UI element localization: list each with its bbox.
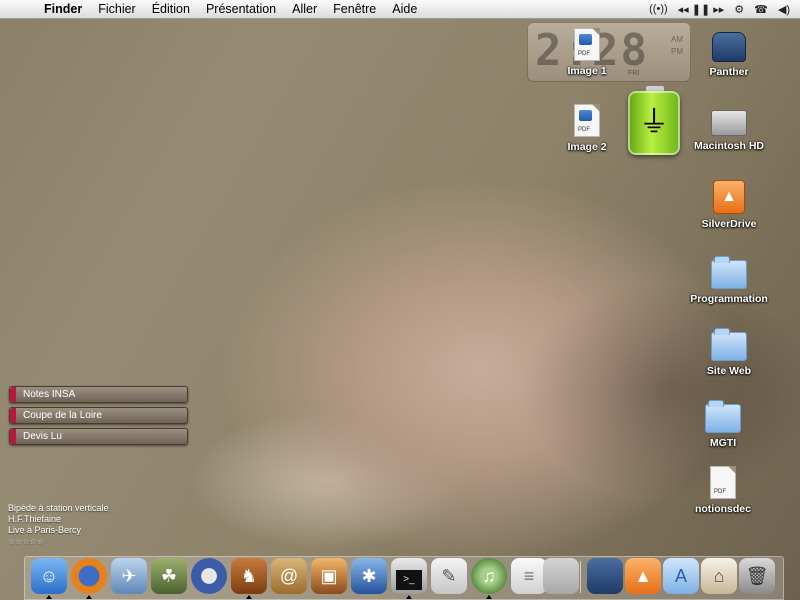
desktop-icon-label: Panther <box>709 66 749 78</box>
menu-finder[interactable]: Finder <box>40 0 90 18</box>
note-label: Coupe de la Loire <box>23 410 102 421</box>
silverdrive-dock-icon[interactable]: ▲ <box>625 558 661 594</box>
folder-icon <box>705 400 741 433</box>
itunes-icon[interactable]: ♫ <box>471 558 507 594</box>
note-notes-insa[interactable]: Notes INSA <box>9 386 188 403</box>
panther-disk-icon <box>712 32 746 62</box>
yoda-icon[interactable]: ☘ <box>151 558 187 594</box>
finder-icon[interactable]: ☺ <box>31 558 67 594</box>
desktop-icon-mgti[interactable]: MGTI <box>675 400 771 451</box>
terminal-icon[interactable]: >_ <box>391 558 427 594</box>
menu-fichier[interactable]: Fichier <box>90 0 144 18</box>
desktop-icon-panther[interactable]: Panther <box>681 30 777 80</box>
menu-aller[interactable]: Aller <box>284 0 325 18</box>
dock: ☺ ✈ ☘ ♞ @ ▣ ✱ >_ ✎ ♫ ≡ ▲ A ⌂ 🗑 <box>24 556 784 600</box>
gear-icon[interactable]: ⚙ <box>734 3 744 16</box>
desktop-icon-image-2[interactable]: PDF Image 2 <box>539 104 635 155</box>
desktop-icon-image-1[interactable]: PDF Image 1 <box>539 28 635 79</box>
now-playing-artist: H.F.Thiefaine <box>8 514 62 524</box>
note-pin-icon <box>10 429 16 444</box>
textedit-doc-icon[interactable]: ≡ <box>511 558 547 594</box>
now-playing-rating[interactable]: ☆☆☆☆☆ <box>8 536 109 547</box>
running-indicator <box>46 595 52 599</box>
media-controls-icon[interactable]: ◂◂ ❚❚ ▸▸ <box>678 3 725 16</box>
folder-icon <box>711 256 747 289</box>
pdf-file-icon: PDF <box>574 104 600 137</box>
note-label: Notes INSA <box>23 389 76 400</box>
desktop-icon-label: Image 2 <box>567 141 607 153</box>
volume-icon[interactable]: ◀) <box>778 3 790 16</box>
imovie-icon[interactable]: ✱ <box>351 558 387 594</box>
desktop-icon-label: Programmation <box>690 293 768 305</box>
desktop-icon-notionsdec[interactable]: PDF notionsdec <box>675 466 771 517</box>
panther-dock-icon[interactable] <box>587 558 623 594</box>
desktop-icon-label: Macintosh HD <box>693 140 764 152</box>
firewire-drive-icon: ▲ <box>713 180 745 214</box>
desktop-icon-programmation[interactable]: Programmation <box>681 256 777 307</box>
dock-separator <box>580 561 581 593</box>
home-folder-icon[interactable]: ⌂ <box>701 558 737 594</box>
menu-presentation[interactable]: Présentation <box>198 0 284 18</box>
note-label: Devis Lu <box>23 431 62 442</box>
desktop-icon-silverdrive[interactable]: ▲ SilverDrive <box>681 180 777 232</box>
menu-fenetre[interactable]: Fenêtre <box>325 0 384 18</box>
desktop-icon-macintosh-hd[interactable]: Macintosh HD <box>681 104 777 154</box>
pdf-file-icon: PDF <box>710 466 736 499</box>
textedit-icon[interactable]: ✎ <box>431 558 467 594</box>
iphoto-icon[interactable]: ▣ <box>311 558 347 594</box>
now-playing-track: Bipède à station verticale <box>8 503 109 513</box>
desktop-icon-label: MGTI <box>709 437 737 449</box>
desktop-icon-label: notionsdec <box>694 503 751 515</box>
apple-menu-icon[interactable] <box>14 2 30 17</box>
pdf-file-icon: PDF <box>574 28 600 61</box>
battery-widget[interactable]: ⏚ <box>626 86 684 158</box>
menu-bar: Finder Fichier Édition Présentation Alle… <box>0 0 800 19</box>
firefox-icon[interactable] <box>71 558 107 594</box>
note-pin-icon <box>10 408 16 423</box>
hard-disk-icon <box>711 110 747 136</box>
menu-aide[interactable]: Aide <box>384 0 425 18</box>
menu-extras: ((•)) ◂◂ ❚❚ ▸▸ ⚙ ☎ ◀) <box>649 3 800 16</box>
note-coupe-de-la-loire[interactable]: Coupe de la Loire <box>9 407 188 424</box>
running-indicator <box>406 595 412 599</box>
applications-folder-icon[interactable]: A <box>663 558 699 594</box>
desktop-icon-label: SilverDrive <box>701 218 757 230</box>
address-book-icon[interactable]: @ <box>271 558 307 594</box>
running-indicator <box>86 595 92 599</box>
running-indicator <box>486 595 492 599</box>
airport-icon[interactable]: ((•)) <box>649 3 668 15</box>
note-devis-lu[interactable]: Devis Lu <box>9 428 188 445</box>
desktop-icon-site-web[interactable]: Site Web <box>681 328 777 379</box>
desktop-icon-label: Site Web <box>706 365 752 377</box>
note-pin-icon <box>10 387 16 402</box>
adium-icon[interactable]: ♞ <box>231 558 267 594</box>
power-plug-icon: ⏚ <box>628 91 680 155</box>
menu-edition[interactable]: Édition <box>144 0 198 18</box>
desktop-icon-label: Image 1 <box>567 65 607 77</box>
folder-icon <box>711 328 747 361</box>
trash-icon[interactable]: 🗑 <box>739 558 775 594</box>
now-playing-widget: Bipède à station verticale H.F.Thiefaine… <box>8 503 109 547</box>
running-indicator <box>246 595 252 599</box>
mail-icon[interactable]: ✈ <box>111 558 147 594</box>
system-preferences-icon[interactable] <box>191 558 227 594</box>
now-playing-album: Live à Paris-Bercy <box>8 525 82 535</box>
apple-dock-icon[interactable] <box>543 558 579 594</box>
phone-icon[interactable]: ☎ <box>754 3 768 16</box>
